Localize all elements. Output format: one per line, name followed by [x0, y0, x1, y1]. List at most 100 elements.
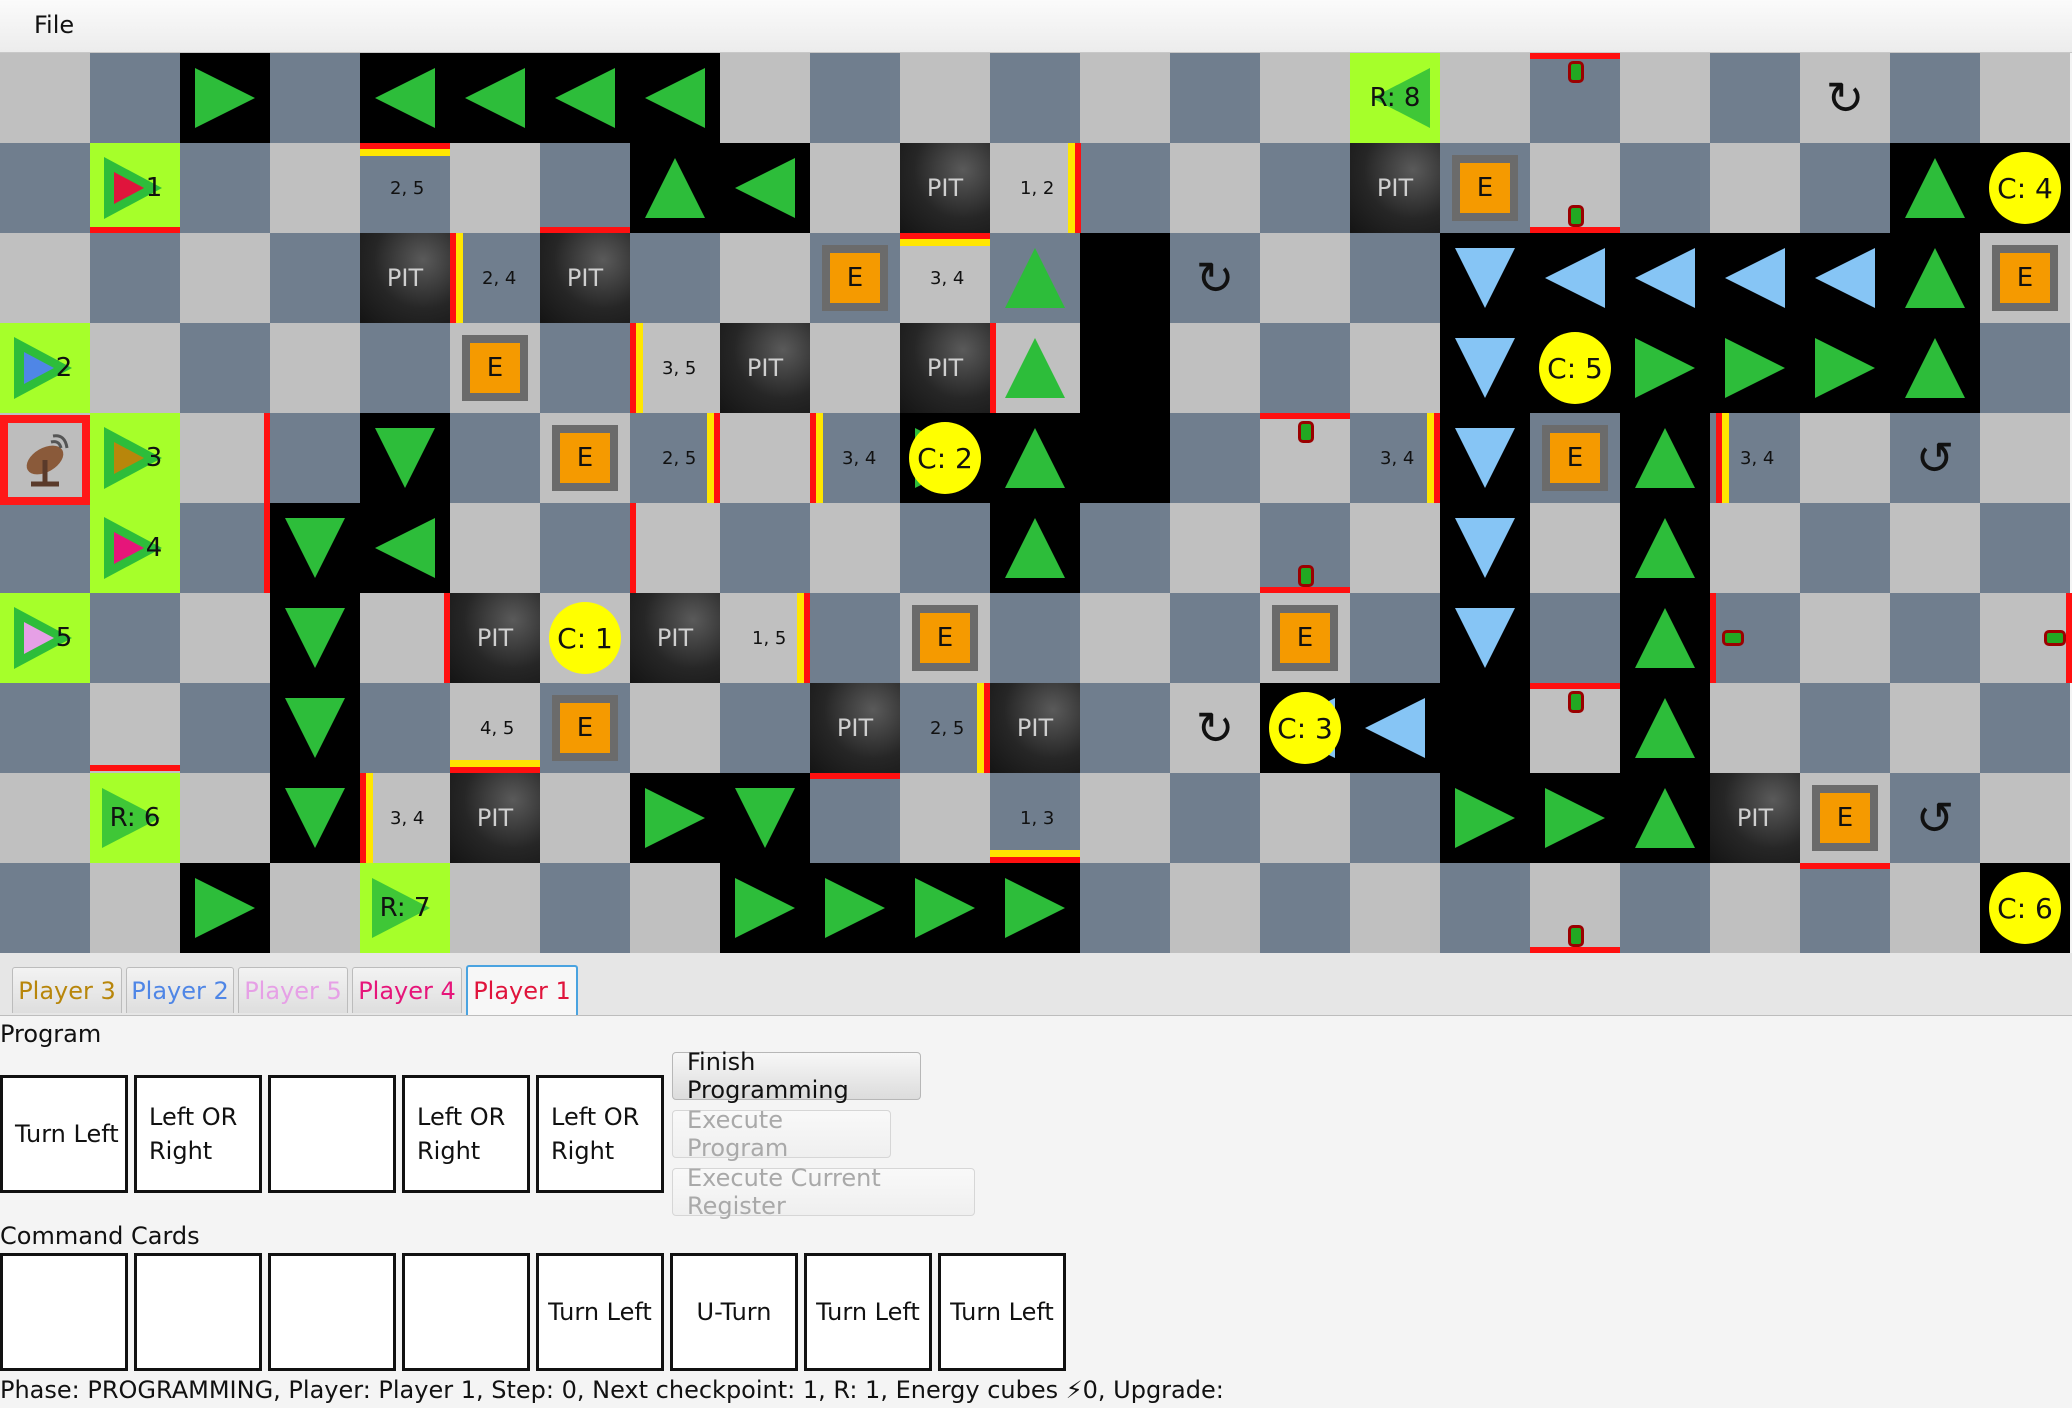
belt-arrow-l: [1545, 248, 1605, 308]
file-menu[interactable]: File: [34, 11, 74, 39]
player-tabs: Player 3 Player 2 Player 5 Player 4 Play…: [0, 953, 2072, 1016]
belt-arrow-r: [1545, 788, 1605, 848]
program-register[interactable]: [268, 1075, 396, 1193]
tab-player-1[interactable]: Player 1: [466, 965, 578, 1015]
tab-player-5[interactable]: Player 5: [238, 967, 348, 1013]
push-panel-label: 1, 5: [752, 628, 787, 649]
command-card[interactable]: Turn Left: [804, 1253, 932, 1371]
tab-player-2[interactable]: Player 2: [126, 967, 234, 1013]
wall: [1260, 587, 1350, 593]
belt-arrow-u: [1635, 428, 1695, 488]
command-card[interactable]: U-Turn: [670, 1253, 798, 1371]
finish-programming-button[interactable]: Finish Programming: [672, 1048, 921, 1104]
push-panel: [900, 239, 990, 246]
push-panel: [977, 683, 984, 773]
status-bar: Phase: PROGRAMMING, Player: Player 1, St…: [0, 1376, 1224, 1404]
tab-player-3[interactable]: Player 3: [12, 967, 122, 1013]
wall: [90, 227, 180, 233]
belt-arrow-l: [735, 158, 795, 218]
belt-arrow-u: [1005, 518, 1065, 578]
energy-space: E: [1452, 155, 1518, 221]
laser-emitter: [1568, 925, 1584, 947]
push-panel-label: 1, 2: [1020, 178, 1055, 199]
wall: [90, 765, 180, 771]
energy-label: E: [1820, 793, 1870, 843]
belt-arrow-l: [1815, 248, 1875, 308]
belt-arrow-l: [1725, 248, 1785, 308]
checkpoint: C: 1: [549, 602, 621, 674]
execute-current-register-button[interactable]: Execute Current Register: [672, 1164, 975, 1220]
belt-arrow-u: [645, 158, 705, 218]
belt-arrow-r: [195, 878, 255, 938]
command-card[interactable]: [0, 1253, 128, 1371]
belt-arrow-l: [375, 68, 435, 128]
push-panel: [707, 413, 714, 503]
wall: [1530, 53, 1620, 59]
wall: [2066, 593, 2072, 683]
wall: [630, 503, 636, 593]
push-panel: [1068, 143, 1075, 233]
belt-arrow-r: [735, 878, 795, 938]
tab-player-4[interactable]: Player 4: [352, 967, 462, 1013]
execute-program-button[interactable]: Execute Program: [672, 1106, 891, 1162]
belt-arrow-u: [1905, 248, 1965, 308]
push-panel-label: 2, 5: [662, 448, 697, 469]
energy-label: E: [1550, 433, 1600, 483]
wall: [990, 323, 996, 413]
program-register[interactable]: Left OR Right: [134, 1075, 262, 1193]
program-register[interactable]: Left OR Right: [402, 1075, 530, 1193]
push-panel-label: 4, 5: [480, 718, 515, 739]
wall: [444, 593, 450, 683]
laser-emitter: [1298, 565, 1314, 587]
energy-label: E: [560, 703, 610, 753]
push-panel-label: 3, 4: [390, 808, 425, 829]
command-card[interactable]: Turn Left: [536, 1253, 664, 1371]
belt-arrow-d: [1455, 248, 1515, 308]
command-card[interactable]: [268, 1253, 396, 1371]
energy-space: E: [462, 335, 528, 401]
checkpoint: C: 2: [909, 422, 981, 494]
belt-arrow-r: [825, 878, 885, 938]
program-register[interactable]: Turn Left: [0, 1075, 128, 1193]
wall: [984, 683, 990, 773]
laser-emitter: [1722, 630, 1744, 646]
rotate-right-gear-icon: ↻: [1195, 251, 1235, 305]
command-card[interactable]: [402, 1253, 530, 1371]
command-card[interactable]: [134, 1253, 262, 1371]
rotate-left-gear-icon: ↺: [1915, 431, 1955, 485]
push-panel-label: 2, 5: [930, 718, 965, 739]
belt-arrow-u: [1005, 338, 1065, 398]
energy-space: E: [1272, 605, 1338, 671]
laser-emitter: [1568, 691, 1584, 713]
energy-label: E: [830, 253, 880, 303]
belt-arrow-d: [735, 788, 795, 848]
push-panel-label: 3, 4: [1740, 448, 1775, 469]
energy-space: E: [822, 245, 888, 311]
laser-emitter: [2044, 630, 2066, 646]
command-cards-title: Command Cards: [0, 1222, 200, 1250]
belt-arrow-r: [195, 68, 255, 128]
program-register[interactable]: Left OR Right: [536, 1075, 664, 1193]
belt-arrow-u: [1005, 428, 1065, 488]
rotate-left-gear-icon: ↺: [1915, 791, 1955, 845]
energy-label: E: [1460, 163, 1510, 213]
wall: [714, 413, 720, 503]
belt-arrow-r: [1005, 878, 1065, 938]
command-card[interactable]: Turn Left: [938, 1253, 1066, 1371]
wall: [1710, 593, 1716, 683]
belt-arrow-d: [285, 518, 345, 578]
wall: [1434, 413, 1440, 503]
energy-label: E: [920, 613, 970, 663]
wall: [1075, 143, 1081, 233]
belt-arrow-l: [465, 68, 525, 128]
belt-arrow-d: [375, 428, 435, 488]
checkpoint: C: 4: [1989, 152, 2061, 224]
wall: [804, 593, 810, 683]
push-panel-label: 3, 5: [662, 358, 697, 379]
push-panel-label: 3, 4: [842, 448, 877, 469]
belt-arrow-l: [375, 518, 435, 578]
belt-arrow-u: [1905, 158, 1965, 218]
belt-arrow-l: [645, 68, 705, 128]
push-panel: [360, 149, 450, 156]
energy-label: E: [2000, 253, 2050, 303]
